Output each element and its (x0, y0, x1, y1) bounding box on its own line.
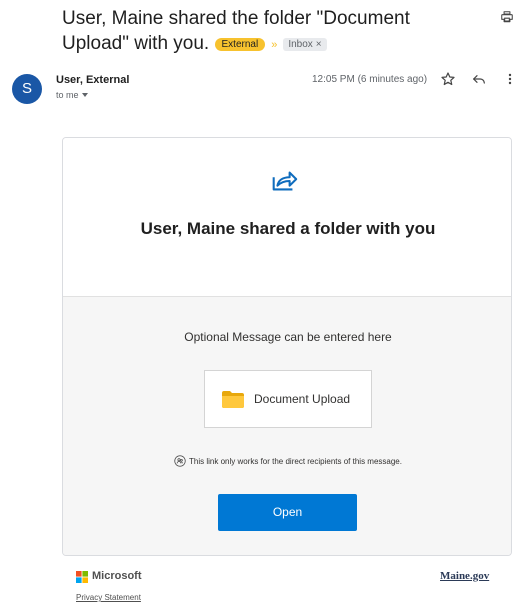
open-button[interactable]: Open (218, 494, 357, 531)
inbox-label: Inbox × (283, 38, 327, 51)
mainegov-logo[interactable]: Maine.gov (440, 570, 489, 582)
timestamp: 12:05 PM (6 minutes ago) (312, 74, 428, 85)
folder-icon (222, 391, 244, 408)
card-body: Optional Message can be entered here Doc… (63, 296, 511, 555)
important-marker-icon[interactable]: » (271, 39, 277, 51)
folder-name: Document Upload (254, 392, 351, 406)
reply-icon[interactable] (471, 71, 487, 87)
microsoft-wordmark: Microsoft (92, 570, 142, 582)
inbox-label-text: Inbox (288, 39, 313, 50)
sender-name[interactable]: User, External (56, 74, 129, 86)
remove-label-button[interactable]: × (316, 39, 322, 50)
notice-text: This link only works for the direct reci… (189, 457, 402, 466)
microsoft-logo-icon (76, 571, 88, 583)
folder-link[interactable]: Document Upload (204, 370, 372, 428)
recipient-text: to me (56, 90, 79, 100)
star-icon[interactable] (440, 71, 456, 87)
optional-message: Optional Message can be entered here (184, 330, 392, 344)
print-icon[interactable] (500, 10, 514, 24)
email-subject: User, Maine shared the folder "Document … (62, 6, 482, 58)
privacy-statement-link[interactable]: Privacy Statement (76, 593, 141, 602)
card-title: User, Maine shared a folder with you (140, 219, 436, 238)
avatar[interactable]: S (12, 74, 42, 104)
people-icon (174, 455, 186, 467)
recipient-dropdown[interactable]: to me (56, 90, 88, 100)
chevron-down-icon (81, 93, 88, 97)
more-vert-icon[interactable] (502, 71, 518, 87)
share-icon (272, 171, 298, 191)
share-notification-card: User, Maine shared a folder with you Opt… (62, 137, 512, 556)
recipient-notice: This link only works for the direct reci… (63, 455, 511, 467)
external-label[interactable]: External (214, 38, 266, 51)
card-header: User, Maine shared a folder with you (63, 138, 511, 296)
